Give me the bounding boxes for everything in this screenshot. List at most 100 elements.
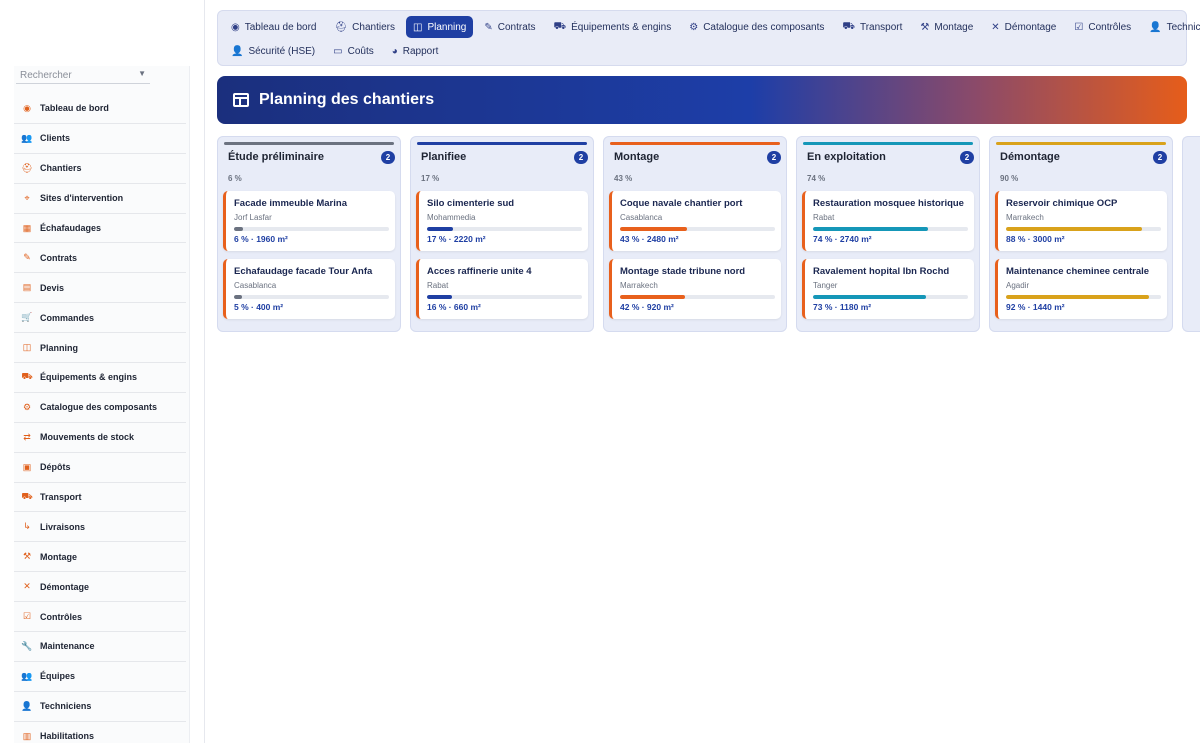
sidebar-item[interactable]: 🛒 Commandes — [14, 303, 186, 334]
progress-bar — [427, 227, 582, 231]
project-card[interactable]: Silo cimenterie sud Mohammedia 17 % · 2220… — [416, 191, 588, 251]
safety-icon: 👤 — [231, 45, 244, 57]
project-progress-info: 16 % · 660 m² — [427, 302, 481, 312]
sidebar-item-label: Devis — [40, 282, 65, 293]
nav-tab[interactable]: ⛑ Chantiers — [327, 16, 402, 38]
project-title: Reservoir chimique OCP — [1006, 198, 1118, 209]
sidebar-item[interactable]: ⛟ Transport — [14, 483, 186, 513]
nav-tab[interactable]: ◫ Planning — [405, 16, 474, 38]
sidebar-item[interactable]: 🔧 Maintenance — [14, 632, 186, 662]
chevron-down-icon: ▼ — [138, 69, 146, 78]
sidebar-item[interactable]: ▤ Devis — [14, 273, 186, 304]
sidebar-item-label: Techniciens — [40, 701, 92, 712]
sidebar-item-label: Montage — [40, 551, 77, 562]
sidebar-item-label: Sites d'intervention — [40, 193, 124, 204]
project-card[interactable]: Echafaudage facade Tour Anfa Casablanca 5 … — [223, 259, 395, 319]
search-placeholder: Rechercher — [20, 70, 72, 81]
hammer-icon: ⚒ — [920, 21, 930, 33]
map-pin-icon: ⌖ — [24, 192, 30, 203]
warehouse-icon: ▣ — [22, 461, 32, 472]
kanban-board: Étude préliminaire 2 6 % Facade immeuble Ma… — [217, 136, 1200, 336]
nav-tab[interactable]: 👤 Sécurité (HSE) — [224, 40, 322, 62]
grid-icon: ▦ — [22, 222, 32, 233]
project-location: Mohammedia — [427, 213, 476, 222]
progress-fill — [813, 295, 927, 299]
dolly-icon: ↳ — [23, 521, 31, 532]
nav-tab-label: Tableau de bord — [244, 21, 317, 33]
progress-bar — [1006, 295, 1161, 299]
project-card[interactable]: Ravalement hopital Ibn Rochd Tanger 73 % ·… — [802, 259, 974, 319]
wrench-icon: 🔧 — [21, 640, 33, 651]
sidebar-item[interactable]: 👤 Techniciens — [14, 692, 186, 722]
truck-icon: ⛟ — [553, 20, 567, 32]
sidebar-menu: ◉ Tableau de bord 👥 Clients ⛑ Chantiers ⌖ Sites… — [14, 94, 186, 743]
sidebar-item-label: Tableau de bord — [40, 103, 109, 114]
nav-tab[interactable]: ◉ Tableau de bord — [224, 16, 323, 38]
project-card[interactable]: Coque navale chantier port Casablanca 43 %… — [609, 191, 781, 251]
project-location: Rabat — [813, 213, 835, 222]
progress-fill — [1006, 295, 1149, 299]
exchange-icon: ⇄ — [23, 431, 31, 442]
tools-icon: ✕ — [23, 581, 31, 592]
sidebar-item[interactable]: ↳ Livraisons — [14, 512, 186, 543]
nav-tab[interactable]: ⚒ Montage — [913, 16, 980, 38]
count-badge: 2 — [381, 151, 395, 164]
nav-tab[interactable]: ⛟ Équipements & engins — [547, 16, 679, 38]
project-location: Agadir — [1006, 281, 1030, 290]
project-card[interactable]: Reservoir chimique OCP Marrakech 88 % · 30… — [995, 191, 1167, 251]
helmet-icon: ⛑ — [334, 21, 348, 33]
sidebar-item[interactable]: ⚒ Montage — [14, 542, 186, 573]
sidebar-item[interactable]: ⇄ Mouvements de stock — [14, 423, 186, 453]
project-title: Coque navale chantier port — [620, 198, 743, 209]
search-select[interactable]: Rechercher ▼ — [16, 66, 150, 84]
sidebar-item-label: Démontage — [40, 581, 90, 592]
nav-tab[interactable]: ▭ Coûts — [326, 40, 381, 62]
project-card[interactable]: Acces raffinerie unite 4 Rabat 16 % · 660 … — [416, 259, 588, 319]
nav-tab[interactable]: 👤 Techniciens — [1142, 16, 1200, 38]
sidebar-item[interactable]: ◫ Planning — [14, 333, 186, 364]
project-title: Maintenance cheminee centrale — [1006, 266, 1150, 277]
nav-tab[interactable]: ✎ Contrats — [477, 16, 542, 38]
sidebar-item[interactable]: ▦ Échafaudages — [14, 214, 186, 244]
calendar-icon: ◫ — [412, 21, 423, 33]
progress-fill — [427, 295, 452, 299]
dashboard-icon: ◉ — [23, 102, 31, 113]
sidebar-item[interactable]: ⛑ Chantiers — [14, 154, 186, 184]
project-location: Rabat — [427, 281, 449, 290]
sidebar-item[interactable]: 👥 Clients — [14, 124, 186, 154]
progress-bar — [1006, 227, 1161, 231]
sidebar-item-label: Dépôts — [40, 462, 71, 473]
kanban-column: Montage 2 43 % Coque navale chantier port Ca… — [603, 136, 787, 332]
sidebar-item[interactable]: ☑ Contrôles — [14, 602, 186, 633]
project-card[interactable]: Maintenance cheminee centrale Agadir 92 % … — [995, 259, 1167, 319]
helmet-icon: ⛑ — [21, 162, 33, 173]
sidebar-item[interactable]: ▥ Habilitations — [14, 722, 186, 743]
nav-tab[interactable]: ⛟ Transport — [835, 16, 909, 38]
top-nav-row-2: 👤 Sécurité (HSE) ▭ Coûts ◕ Rapport — [224, 40, 449, 62]
nav-tab-label: Coûts — [347, 45, 374, 57]
hammer-icon: ⚒ — [22, 551, 32, 562]
sidebar-item[interactable]: ✕ Démontage — [14, 572, 186, 603]
page-title: Planning des chantiers — [259, 91, 435, 108]
nav-tab[interactable]: ☑ Contrôles — [1067, 16, 1138, 38]
sidebar-item[interactable]: ⌖ Sites d'intervention — [14, 184, 186, 214]
sidebar-item-label: Livraisons — [40, 521, 86, 532]
nav-tab[interactable]: ◕ Rapport — [385, 40, 446, 62]
sidebar-item[interactable]: 👥 Équipes — [14, 662, 186, 692]
sidebar-item[interactable]: ▣ Dépôts — [14, 453, 186, 483]
project-progress-info: 42 % · 920 m² — [620, 302, 674, 312]
nav-tab[interactable]: ⚙ Catalogue des composants — [682, 16, 831, 38]
nav-tab[interactable]: ✕ Démontage — [984, 16, 1063, 38]
sidebar-item-label: Habilitations — [40, 731, 95, 742]
project-card[interactable]: Restauration mosquee historique Rabat 74 %… — [802, 191, 974, 251]
sidebar-item[interactable]: ◉ Tableau de bord — [14, 94, 186, 124]
sidebar-item[interactable]: ⚙ Catalogue des composants — [14, 393, 186, 423]
sidebar-item[interactable]: ⛟ Équipements & engins — [14, 363, 186, 393]
project-title: Restauration mosquee historique — [813, 198, 964, 209]
sidebar-item[interactable]: ✎ Contrats — [14, 243, 186, 274]
progress-bar — [620, 295, 775, 299]
project-card[interactable]: Facade immeuble Marina Jorf Lasfar 6 % · 1… — [223, 191, 395, 251]
column-percent: 6 % — [228, 174, 242, 183]
progress-bar — [234, 295, 389, 299]
project-card[interactable]: Montage stade tribune nord Marrakech 42 % … — [609, 259, 781, 319]
